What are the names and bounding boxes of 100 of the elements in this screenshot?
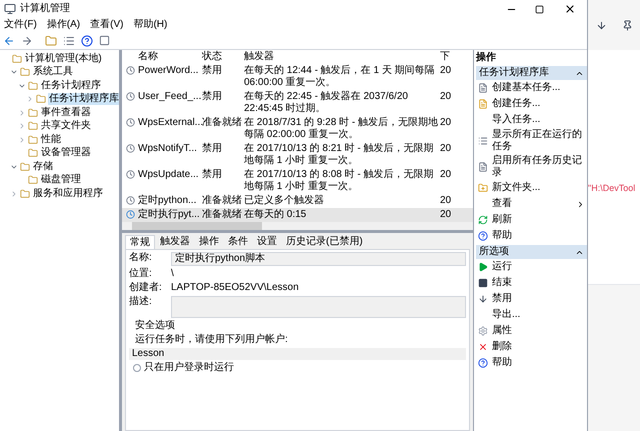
table-cell-text: 禁用 bbox=[202, 65, 223, 77]
settings-icon bbox=[478, 326, 488, 336]
table-row[interactable]: WpsUpdate... 禁用 在 2017/10/13 的 8:08 时 - 触发后，无限期地每隔 1 小时 重复一次。 20 bbox=[122, 168, 473, 194]
table-row[interactable]: 定时执行pyt... 准备就绪 在每天的 0:15 20 bbox=[122, 208, 473, 222]
table-cell-text: 禁用 bbox=[202, 91, 223, 103]
table-cell-text: 在 2017/10/13 的 8:21 时 - 触发后，无限期地每隔 1 小时 重复一次。 bbox=[244, 143, 435, 167]
menu-item[interactable]: 文件(F) bbox=[4, 19, 37, 31]
table-row[interactable]: 定时python... 准备就绪 已定义多个触发器 20 bbox=[122, 194, 473, 208]
action-link[interactable]: 查看 bbox=[492, 198, 512, 210]
help-icon[interactable] bbox=[81, 34, 93, 46]
action-link[interactable]: 帮助 bbox=[492, 357, 512, 369]
description-field[interactable] bbox=[171, 296, 466, 318]
table-cell-text: 定时python... bbox=[138, 195, 198, 207]
back-icon[interactable] bbox=[3, 34, 15, 46]
action-link[interactable]: 运行 bbox=[492, 261, 512, 273]
help-icon bbox=[478, 231, 488, 241]
tab[interactable]: 操作 bbox=[195, 235, 223, 249]
action-link[interactable]: 显示所有正在运行的任务 bbox=[492, 129, 587, 153]
security-prompt: 运行任务时，请使用下列用户帐户: bbox=[134, 334, 289, 346]
document-icon bbox=[478, 99, 488, 109]
column-header[interactable]: 状态 bbox=[202, 51, 244, 63]
table-cell-text: WpsUpdate... bbox=[138, 169, 200, 181]
tab[interactable]: 条件 bbox=[224, 235, 252, 249]
table-cell-text: 在每天的 22:45 - 触发器在 2037/6/20 22:45:45 时过期。 bbox=[244, 91, 409, 115]
table-row[interactable]: User_Feed_...禁用 在每天的 22:45 - 触发器在 2037/6/20 22:45:45 时过期。 20 bbox=[122, 90, 473, 116]
tree-item[interactable]: 存储 bbox=[32, 160, 54, 173]
close-icon bbox=[564, 3, 576, 15]
section-header[interactable]: 任务计划程序库 bbox=[476, 66, 587, 80]
menu-item[interactable]: 查看(V) bbox=[90, 19, 124, 31]
table-cell-text: 20 bbox=[440, 117, 452, 129]
tree-item[interactable]: 计算机管理(本地) bbox=[24, 52, 103, 65]
field-label: 描述: bbox=[129, 296, 153, 308]
down-arrow-icon[interactable] bbox=[596, 20, 606, 30]
table-cell-text: 20 bbox=[440, 169, 452, 181]
tree-item[interactable]: 共享文件夹 bbox=[40, 120, 92, 132]
action-link[interactable]: 属性 bbox=[492, 325, 512, 337]
forward-icon[interactable] bbox=[21, 34, 33, 46]
table-row[interactable]: WpsNotifyT... 禁用 在 2017/10/13 的 8:21 时 - 触发后，无限期地每隔 1 小时 重复一次。 20 bbox=[122, 142, 473, 168]
tree-item[interactable]: 事件查看器 bbox=[40, 106, 92, 119]
column-header[interactable]: 下 bbox=[440, 51, 454, 63]
folder-icon bbox=[478, 183, 488, 193]
section-title: 安全选项 bbox=[134, 320, 176, 332]
tree-item[interactable]: 任务计划程序库 bbox=[48, 93, 119, 106]
clock-icon bbox=[126, 210, 135, 219]
tree-item[interactable]: 任务计划程序 bbox=[40, 80, 102, 92]
name-field[interactable]: 定时执行python脚本 bbox=[171, 252, 466, 266]
folder-icon[interactable] bbox=[45, 34, 57, 46]
clock-icon bbox=[126, 66, 135, 75]
clock-icon bbox=[126, 196, 135, 205]
radio-button[interactable] bbox=[133, 364, 141, 372]
delete-icon bbox=[478, 342, 488, 352]
action-link[interactable]: 刷新 bbox=[492, 214, 512, 226]
table-cell-text: 准备就绪 bbox=[202, 117, 243, 129]
folder-icon bbox=[12, 54, 22, 64]
tree-item[interactable]: 设备管理器 bbox=[40, 147, 92, 160]
action-link[interactable]: 新文件夹... bbox=[492, 182, 540, 194]
table-cell-text: 已定义多个触发器 bbox=[244, 195, 325, 207]
folder-icon bbox=[28, 134, 38, 145]
folder-icon bbox=[28, 80, 38, 91]
tab[interactable]: 历史记录(已禁用) bbox=[282, 235, 367, 249]
action-link[interactable]: 导入任务... bbox=[492, 114, 540, 126]
table-cell-text: 20 bbox=[440, 209, 452, 221]
table-cell-text: 在每天的 0:15 bbox=[244, 209, 308, 221]
tree-item[interactable]: 性能 bbox=[40, 134, 62, 146]
column-header[interactable]: 触发器 bbox=[244, 51, 440, 63]
tree-item[interactable]: 服务和应用程序 bbox=[32, 188, 104, 200]
table-row[interactable]: WpsExternal...准备就绪 在 2018/7/31 的 9:28 时 - 触发后，无限期地每隔 02:00:00 重复一次。 20 bbox=[122, 116, 473, 142]
action-link[interactable]: 禁用 bbox=[492, 293, 512, 305]
table-cell-text: 禁用 bbox=[202, 169, 223, 181]
tab[interactable]: 常规 bbox=[125, 235, 155, 249]
account-field: Lesson bbox=[129, 348, 466, 360]
horizontal-scrollbar[interactable] bbox=[122, 222, 473, 230]
tab[interactable]: 设置 bbox=[253, 235, 281, 249]
table-cell-text: 20 bbox=[440, 65, 452, 77]
action-link[interactable]: 删除 bbox=[492, 341, 512, 353]
clock-icon bbox=[126, 144, 135, 153]
menu-item[interactable]: 操作(A) bbox=[46, 19, 80, 31]
action-link[interactable]: 帮助 bbox=[492, 230, 512, 242]
table-cell-text: WpsNotifyT... bbox=[138, 143, 198, 155]
tree-item[interactable]: 磁盘管理 bbox=[40, 174, 82, 186]
down-arrow-icon bbox=[478, 294, 488, 304]
action-link[interactable]: 启用所有任务历史记录 bbox=[492, 155, 587, 179]
clock-icon bbox=[126, 170, 135, 179]
action-link[interactable]: 结束 bbox=[492, 277, 512, 289]
field-label: 名称: bbox=[129, 252, 153, 264]
table-cell-text: 在每天的 12:44 - 触发后，在 1 天 期间每隔 06:00:00 重复一次。 bbox=[244, 65, 436, 89]
computer-icon bbox=[4, 3, 16, 15]
radio-label[interactable]: 只在用户登录时运行 bbox=[144, 362, 234, 374]
table-row[interactable]: PowerWord... 禁用 在每天的 12:44 - 触发后，在 1 天 期间每隔 06:00:00 重复一次。 20 bbox=[122, 64, 473, 90]
action-link[interactable]: 创建任务... bbox=[492, 98, 540, 110]
pin-icon[interactable] bbox=[622, 20, 632, 30]
action-link[interactable]: 创建基本任务... bbox=[492, 82, 560, 94]
menu-item[interactable]: 帮助(H) bbox=[133, 19, 168, 31]
panel-icon[interactable] bbox=[99, 35, 110, 46]
tree-item[interactable]: 系统工具 bbox=[32, 66, 74, 78]
tab[interactable]: 触发器 bbox=[156, 235, 194, 249]
action-link[interactable]: 导出... bbox=[492, 309, 520, 321]
column-header[interactable]: 名称 bbox=[126, 51, 202, 63]
list-icon bbox=[478, 136, 488, 146]
section-header[interactable]: 所选项 bbox=[476, 245, 587, 259]
